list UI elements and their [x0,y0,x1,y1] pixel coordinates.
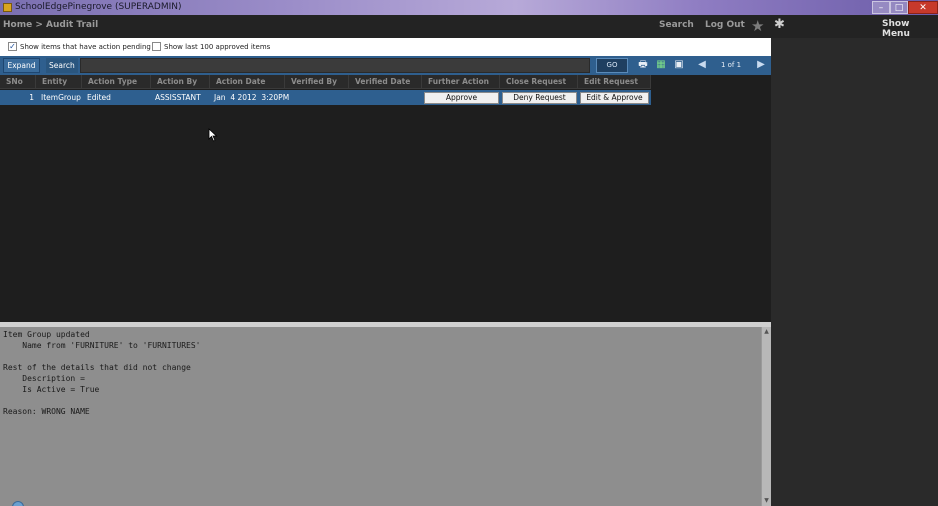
cell-action-type: Edited [87,93,111,102]
table-row[interactable]: 1 ItemGroup Edited ASSISSTANT Jan 4 2012… [0,90,651,105]
deny-request-button[interactable]: Deny Request [502,92,577,104]
approve-button[interactable]: Approve [424,92,499,104]
col-header-action-type[interactable]: Action Type [82,75,151,89]
details-text: Item Group updated Name from 'FURNITURE'… [3,330,201,416]
pending-checkbox[interactable]: ✓ [8,42,17,51]
pending-checkbox-label[interactable]: Show items that have action pending [20,42,151,52]
col-header-edit-request[interactable]: Edit Request [578,75,651,89]
mouse-cursor-icon [208,128,218,142]
approved-checkbox-label[interactable]: Show last 100 approved items [164,42,270,52]
asterisk-icon[interactable]: ✱ [774,17,785,33]
details-scrollbar[interactable]: ▲ ▼ [761,327,771,506]
save-icon[interactable]: ▣ [673,59,685,71]
col-header-entity[interactable]: Entity [36,75,82,89]
search-label: Search [46,58,78,73]
logout-link[interactable]: Log Out [705,20,745,30]
cell-entity: ItemGroup [41,93,81,102]
cell-sno: 1 [29,93,34,102]
status-globe-icon [12,501,24,506]
col-header-verified-by[interactable]: Verified By [285,75,349,89]
audit-grid: SNo Entity Action Type Action By Action … [0,75,771,324]
star-icon[interactable]: ★ [751,17,764,35]
col-header-verified-date[interactable]: Verified Date [349,75,422,89]
col-header-close-request[interactable]: Close Request [500,75,578,89]
close-icon[interactable]: ✕ [908,1,938,14]
page-info: 1 of 1 [720,61,742,69]
top-nav: Home > Audit Trail Search Log Out ★ ✱ Sh… [0,15,938,39]
grid-toolbar: Expand Search GO 🖶 ▦ ▣ ◀ 1 of 1 ▶ [0,56,771,75]
details-pane: Item Group updated Name from 'FURNITURE'… [0,327,761,506]
prev-page-icon[interactable]: ◀ [696,59,708,71]
edit-approve-button[interactable]: Edit & Approve [580,92,649,104]
maximize-icon[interactable]: □ [890,1,908,14]
col-header-further-action[interactable]: Further Action [422,75,500,89]
nav-search-link[interactable]: Search [659,20,694,30]
show-menu-link[interactable]: Show Menu [882,19,938,39]
search-input[interactable] [80,58,590,73]
next-page-icon[interactable]: ▶ [755,59,767,71]
window-title: SchoolEdgePinegrove (SUPERADMIN) [15,2,182,12]
cell-action-by: ASSISSTANT [155,93,201,102]
col-header-action-date[interactable]: Action Date [210,75,285,89]
cell-action-date: Jan 4 2012 3:20PM [214,93,290,102]
export-excel-icon[interactable]: ▦ [655,59,667,71]
window-controls: – □ ✕ [872,0,938,15]
col-header-sno[interactable]: SNo [0,75,36,89]
minimize-icon[interactable]: – [872,1,890,14]
scroll-up-icon[interactable]: ▲ [762,328,771,336]
filter-bar: ✓ Show items that have action pending Sh… [0,38,771,56]
print-icon[interactable]: 🖶 [637,59,649,71]
right-side-panel [771,38,938,506]
window-titlebar[interactable]: SchoolEdgePinegrove (SUPERADMIN) – □ ✕ [0,0,938,15]
app-window: SchoolEdgePinegrove (SUPERADMIN) – □ ✕ H… [0,0,938,506]
breadcrumb[interactable]: Home > Audit Trail [3,20,98,30]
go-button[interactable]: GO [596,58,628,73]
app-icon [3,3,12,12]
approved-checkbox[interactable] [152,42,161,51]
col-header-action-by[interactable]: Action By [151,75,210,89]
grid-header: SNo Entity Action Type Action By Action … [0,75,651,89]
scroll-down-icon[interactable]: ▼ [762,497,771,505]
expand-button[interactable]: Expand [3,58,40,73]
